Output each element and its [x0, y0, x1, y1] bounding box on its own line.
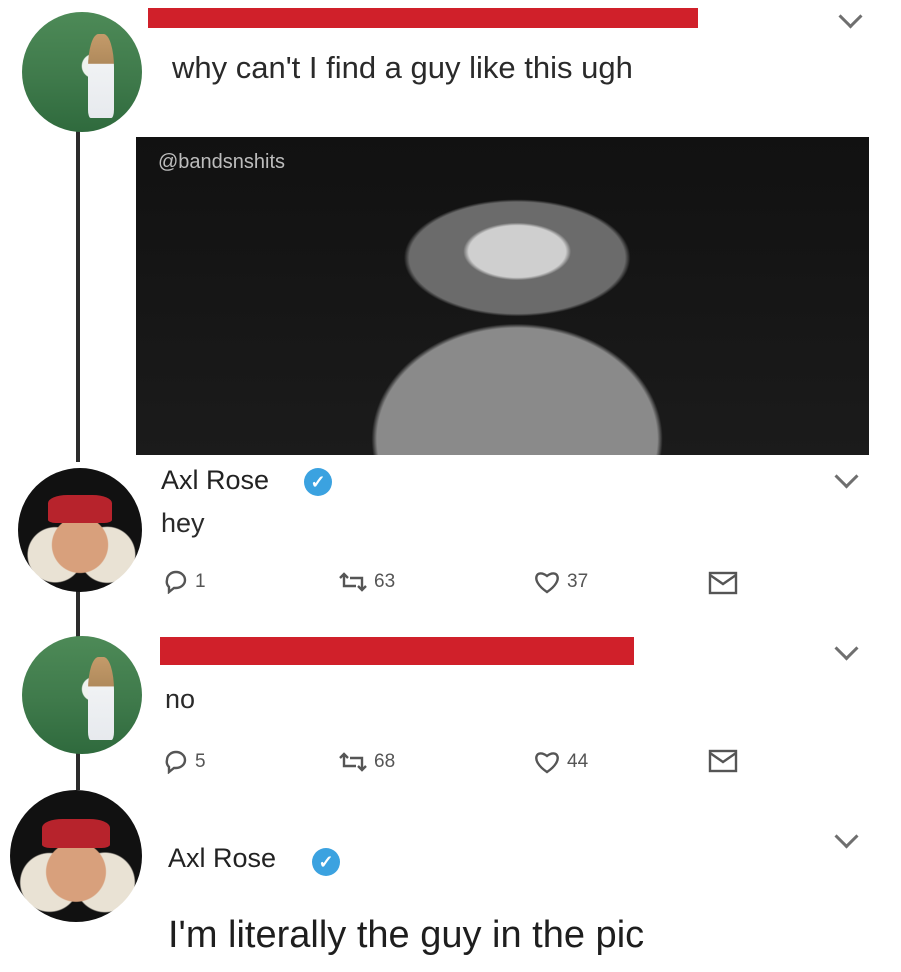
verified-badge-icon: ✓ [304, 468, 332, 496]
reply-button[interactable]: 1 [163, 570, 206, 594]
retweet-count: 68 [374, 751, 396, 772]
redacted-username [160, 637, 634, 665]
retweet-button[interactable]: 68 [338, 750, 395, 774]
reply-icon [163, 570, 189, 594]
thread-line [76, 122, 80, 462]
display-name[interactable]: Axl Rose [168, 843, 276, 874]
reply-count: 1 [195, 571, 206, 592]
retweet-icon [338, 750, 368, 774]
thread-line [76, 748, 80, 790]
message-icon [708, 748, 738, 774]
message-icon [708, 570, 738, 596]
reply-button[interactable]: 5 [163, 750, 206, 774]
retweet-button[interactable]: 63 [338, 570, 395, 594]
retweet-icon [338, 570, 368, 594]
message-button[interactable] [708, 570, 738, 596]
chevron-down-icon[interactable] [834, 464, 859, 489]
tweet-image[interactable]: @bandsnshits [136, 137, 869, 455]
redacted-username [148, 8, 698, 28]
avatar[interactable] [22, 12, 142, 132]
tweet-text: why can't I find a guy like this ugh [172, 50, 633, 85]
tweet-text: I'm literally the guy in the pic [168, 914, 645, 956]
reply-icon [163, 750, 189, 774]
message-button[interactable] [708, 748, 738, 774]
thread-line [76, 590, 80, 638]
like-button[interactable]: 37 [533, 570, 588, 594]
retweet-count: 63 [374, 571, 396, 592]
reply-count: 5 [195, 751, 206, 772]
tweet-text: no [165, 684, 196, 714]
like-count: 44 [567, 751, 589, 772]
chevron-down-icon[interactable] [838, 4, 863, 29]
avatar[interactable] [10, 790, 142, 922]
avatar[interactable] [18, 468, 142, 592]
tweet-text: hey [161, 508, 205, 538]
chevron-down-icon[interactable] [834, 636, 859, 661]
display-name[interactable]: Axl Rose [161, 465, 269, 496]
heart-icon [533, 750, 561, 774]
image-watermark: @bandsnshits [158, 151, 286, 173]
verified-badge-icon: ✓ [312, 848, 340, 876]
like-button[interactable]: 44 [533, 750, 588, 774]
like-count: 37 [567, 571, 589, 592]
chevron-down-icon[interactable] [834, 824, 859, 849]
heart-icon [533, 570, 561, 594]
avatar[interactable] [22, 636, 142, 754]
